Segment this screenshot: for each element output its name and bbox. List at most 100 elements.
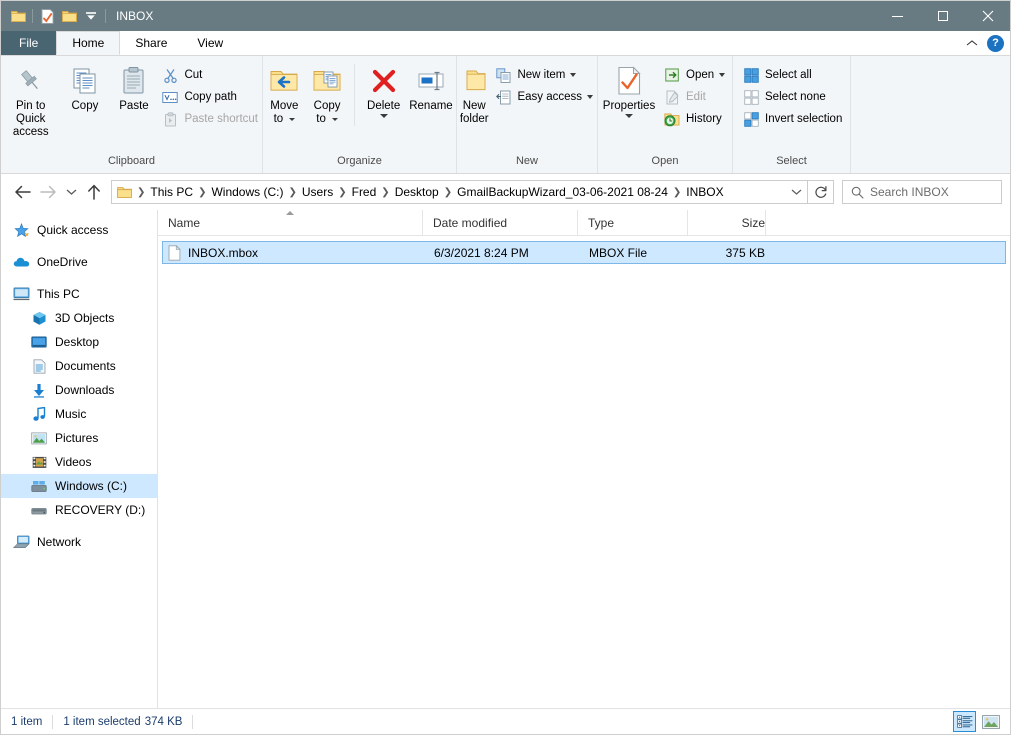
breadcrumb-separator[interactable]: ❯ (672, 187, 682, 198)
collapse-ribbon-button[interactable] (963, 34, 981, 52)
breadcrumb-item-fred[interactable]: Fred (348, 183, 381, 201)
qat-properties-icon[interactable] (36, 5, 58, 27)
sidebar-item-videos[interactable]: Videos (1, 450, 157, 474)
chevron-up-icon (966, 39, 978, 47)
sidebar-item-quick-access[interactable]: Quick access (1, 218, 157, 242)
qat-new-folder-icon[interactable] (58, 5, 80, 27)
refresh-button[interactable] (808, 180, 834, 204)
tab-view[interactable]: View (182, 31, 238, 55)
sidebar-item-music[interactable]: Music (1, 402, 157, 426)
breadcrumb-separator[interactable]: ❯ (136, 187, 146, 198)
copy-path-button[interactable]: Copy path (158, 86, 262, 108)
sidebar-item-onedrive[interactable]: OneDrive (1, 250, 157, 274)
breadcrumb-item-windows-c[interactable]: Windows (C:) (207, 183, 287, 201)
sidebar-label: Music (55, 407, 86, 421)
select-none-button[interactable]: Select none (739, 86, 846, 108)
column-header-name[interactable]: Name (158, 210, 423, 235)
breadcrumb-item-desktop[interactable]: Desktop (391, 183, 443, 201)
star-icon (11, 221, 31, 239)
breadcrumb-separator[interactable]: ❯ (443, 187, 453, 198)
breadcrumb-item-users[interactable]: Users (298, 183, 337, 201)
properties-icon (617, 64, 642, 98)
tab-file[interactable]: File (1, 31, 56, 55)
videos-icon (29, 453, 49, 471)
customize-qat-icon[interactable] (80, 5, 102, 27)
table-row[interactable]: INBOX.mbox 6/3/2021 8:24 PM MBOX File 37… (162, 241, 1006, 264)
column-header-date-modified[interactable]: Date modified (423, 210, 578, 235)
tab-share[interactable]: Share (120, 31, 182, 55)
properties-button[interactable]: Properties (598, 60, 660, 118)
forward-button[interactable] (35, 179, 61, 205)
column-header-type[interactable]: Type (578, 210, 688, 235)
invert-selection-button[interactable]: Invert selection (739, 108, 846, 130)
sidebar-item-windows-c[interactable]: Windows (C:) (1, 474, 157, 498)
sidebar-label: Videos (55, 455, 91, 469)
qat-folder-icon[interactable] (7, 5, 29, 27)
breadcrumb-separator[interactable]: ❯ (197, 187, 207, 198)
pictures-icon (29, 429, 49, 447)
ribbon: Pin to Quick access (1, 56, 1010, 174)
sidebar-item-downloads[interactable]: Downloads (1, 378, 157, 402)
search-input[interactable]: Search INBOX (842, 180, 1002, 204)
column-header-label: Size (742, 216, 765, 230)
sidebar-item-pictures[interactable]: Pictures (1, 426, 157, 450)
breadcrumb-separator[interactable]: ❯ (380, 187, 390, 198)
status-bar: 1 item 1 item selected 374 KB (1, 708, 1010, 734)
copy-button[interactable]: Copy (60, 60, 109, 113)
ribbon-group-label-select: Select (733, 155, 850, 173)
sidebar-item-recovery-d[interactable]: RECOVERY (D:) (1, 498, 157, 522)
sidebar-label: 3D Objects (55, 311, 114, 325)
delete-button[interactable]: Delete (361, 60, 406, 118)
recent-locations-button[interactable] (61, 179, 81, 205)
move-to-button[interactable]: Move to (263, 60, 306, 126)
minimize-button[interactable] (875, 1, 920, 31)
cut-button[interactable]: Cut (158, 64, 262, 86)
sidebar-item-desktop[interactable]: Desktop (1, 330, 157, 354)
ribbon-group-select: Select all Select none (733, 56, 851, 173)
select-all-button[interactable]: Select all (739, 64, 846, 86)
edit-label: Edit (686, 91, 706, 103)
breadcrumb-separator[interactable]: ❯ (287, 187, 297, 198)
view-mode-buttons (953, 709, 1002, 734)
back-button[interactable] (9, 179, 35, 205)
edit-button[interactable]: Edit (660, 86, 729, 108)
breadcrumb-bar[interactable]: ❯ This PC ❯ Windows (C:) ❯ Users ❯ Fred … (111, 180, 808, 204)
breadcrumb-item-gmailbackupwizard[interactable]: GmailBackupWizard_03-06-2021 08-24 (453, 183, 672, 201)
column-headers: Name Date modified Type Size (158, 210, 1010, 236)
column-header-size[interactable]: Size (688, 210, 766, 235)
pin-to-quick-access-button[interactable]: Pin to Quick access (1, 60, 60, 139)
maximize-button[interactable] (920, 1, 965, 31)
details-view-button[interactable] (953, 711, 976, 732)
paste-shortcut-button[interactable]: Paste shortcut (158, 108, 262, 130)
new-folder-button[interactable]: New folder (457, 60, 491, 126)
new-item-label: New item (517, 69, 565, 81)
column-header-label: Date modified (433, 216, 507, 230)
sidebar-label: OneDrive (37, 255, 88, 269)
sidebar-item-network[interactable]: Network (1, 530, 157, 554)
up-button[interactable] (81, 179, 107, 205)
breadcrumb-item-this-pc[interactable]: This PC (146, 183, 197, 201)
paste-button[interactable]: Paste (109, 60, 158, 113)
rename-button[interactable]: Rename (406, 60, 456, 113)
close-button[interactable] (965, 1, 1010, 31)
easy-access-button[interactable]: Easy access (491, 86, 597, 108)
pin-to-quick-access-label-line1: Pin to Quick (3, 100, 58, 126)
copy-to-button[interactable]: Copy to (306, 60, 349, 126)
ribbon-group-label-organize: Organize (263, 155, 456, 173)
main-content: Quick access OneDrive (1, 210, 1010, 708)
sidebar-item-3d-objects[interactable]: 3D Objects (1, 306, 157, 330)
music-icon (29, 405, 49, 423)
tab-home[interactable]: Home (56, 31, 120, 55)
breadcrumb-item-inbox[interactable]: INBOX (682, 183, 727, 201)
history-button[interactable]: History (660, 108, 729, 130)
breadcrumb-separator[interactable]: ❯ (337, 187, 347, 198)
new-item-button[interactable]: New item (491, 64, 597, 86)
sidebar-item-this-pc[interactable]: This PC (1, 282, 157, 306)
breadcrumb-dropdown-button[interactable] (785, 181, 807, 203)
help-button[interactable]: ? (987, 35, 1004, 52)
open-button[interactable]: Open (660, 64, 729, 86)
sidebar-item-documents[interactable]: Documents (1, 354, 157, 378)
move-to-icon (269, 64, 299, 98)
large-icons-view-button[interactable] (979, 711, 1002, 732)
status-selection-info: 1 item selected (53, 714, 144, 730)
